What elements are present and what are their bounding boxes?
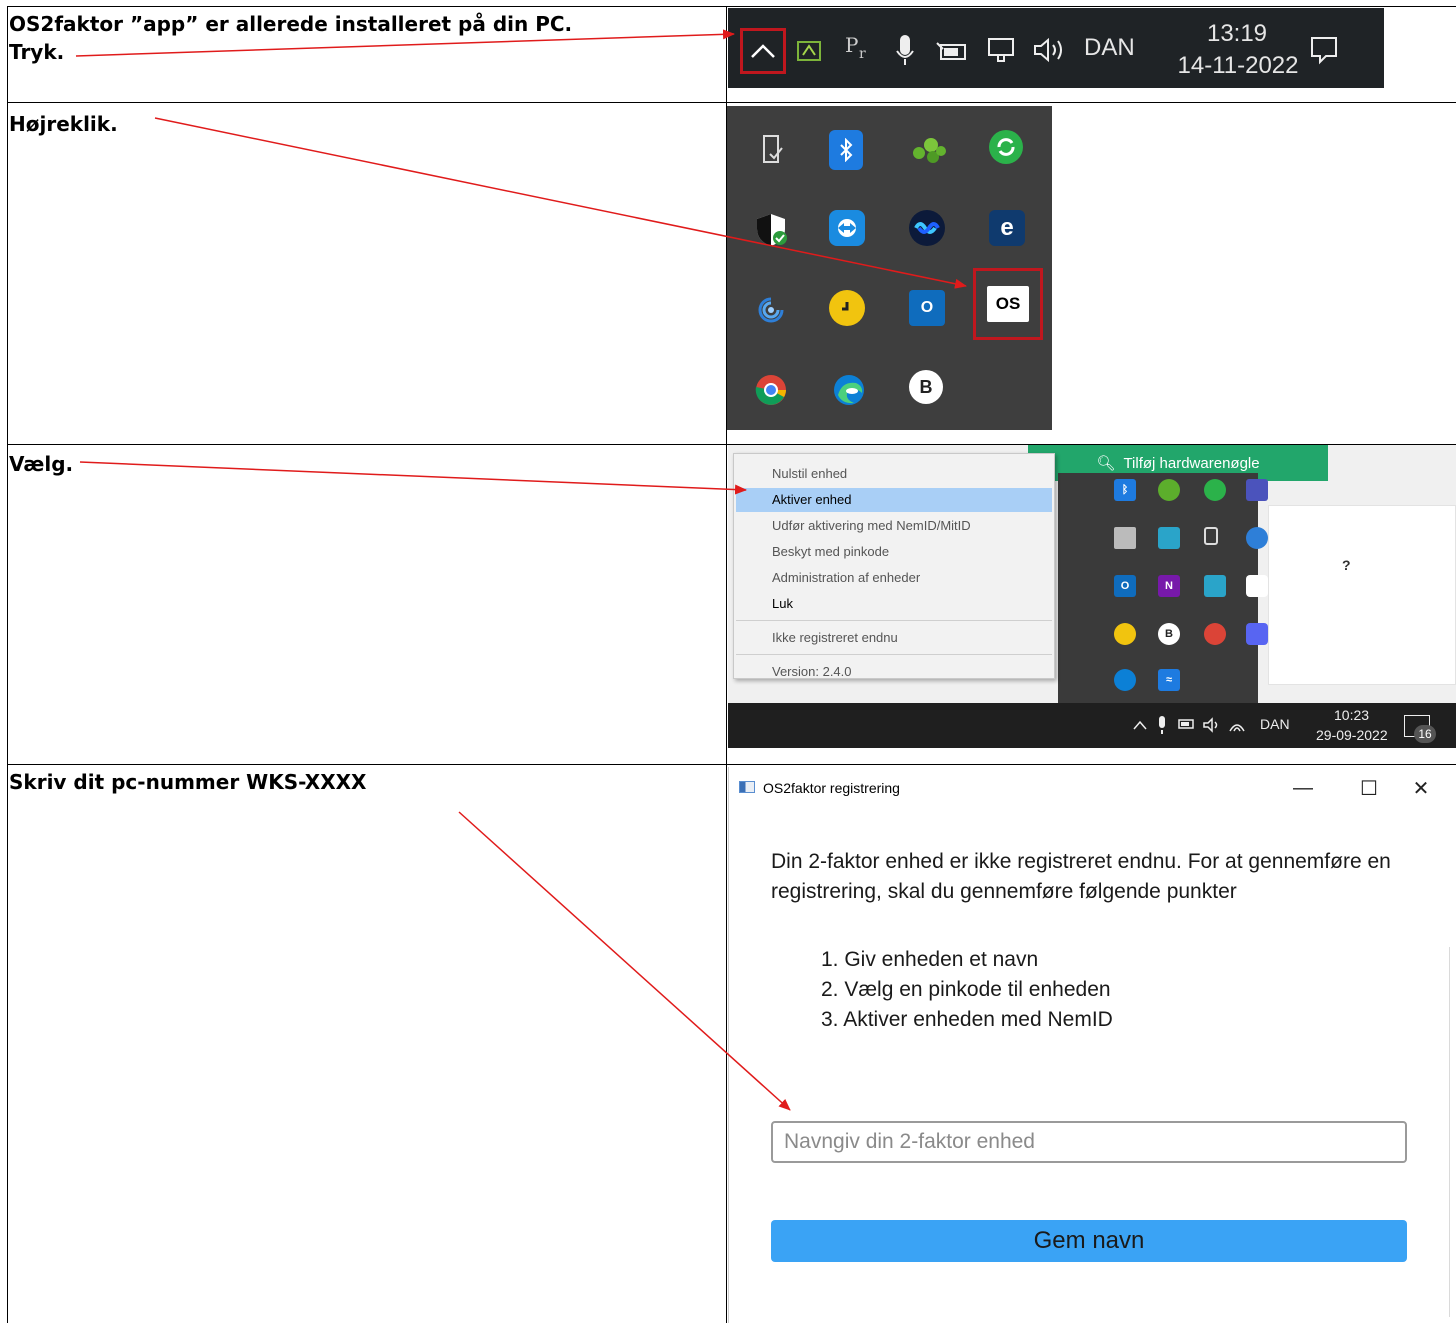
arrow-to-name-input [458, 811, 791, 1111]
arrow-to-chevron [75, 29, 735, 57]
annotation-arrows [75, 29, 967, 1111]
arrow-to-activate-menu-item [79, 461, 747, 495]
arrow-to-os2faktor-icon [154, 117, 967, 289]
